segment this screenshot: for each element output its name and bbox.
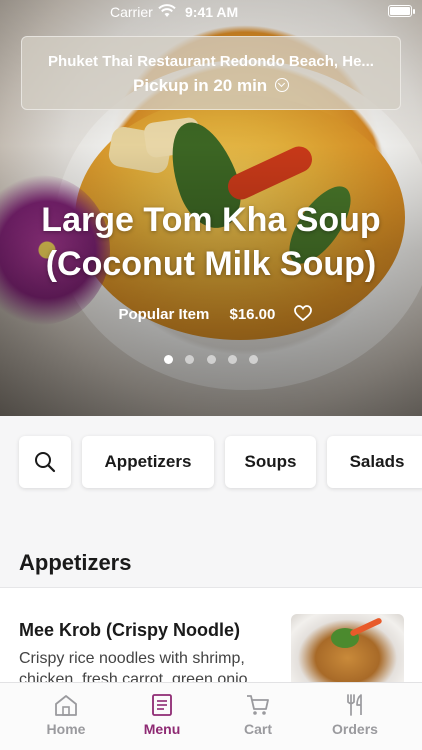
section-header: Appetizers bbox=[0, 540, 422, 588]
featured-price: $16.00 bbox=[229, 306, 276, 323]
tab-label: Orders bbox=[332, 721, 378, 737]
menu-icon bbox=[152, 694, 172, 716]
featured-title-line2: (Coconut Milk Soup) bbox=[45, 245, 377, 283]
home-icon bbox=[55, 695, 77, 716]
heart-icon[interactable] bbox=[293, 305, 312, 321]
wifi-icon bbox=[158, 4, 176, 17]
tab-cart[interactable]: Cart bbox=[218, 693, 298, 737]
pickup-time-row: Pickup in 20 min bbox=[22, 76, 400, 96]
hero-banner[interactable]: Carrier 9:41 AM Phuket Thai Restaurant R… bbox=[0, 0, 422, 416]
tab-orders[interactable]: Orders bbox=[315, 693, 395, 737]
chevron-down-icon bbox=[274, 78, 289, 92]
pickup-location-selector[interactable]: Phuket Thai Restaurant Redondo Beach, He… bbox=[21, 36, 401, 110]
category-bar: Appetizers Soups Salads bbox=[0, 416, 422, 512]
pickup-time-label: Pickup in 20 min bbox=[133, 76, 268, 95]
battery-icon bbox=[388, 5, 415, 17]
carousel-dot[interactable] bbox=[206, 355, 216, 364]
category-soups[interactable]: Soups bbox=[225, 436, 316, 488]
cart-icon bbox=[247, 695, 269, 715]
clock: 9:41 AM bbox=[185, 4, 239, 20]
tab-label: Menu bbox=[143, 721, 181, 737]
search-icon bbox=[35, 452, 56, 473]
tab-bar: Home Menu Cart Orders bbox=[0, 682, 422, 750]
featured-title-line1: Large Tom Kha Soup bbox=[41, 201, 381, 239]
featured-item-meta: Popular Item $16.00 bbox=[0, 305, 422, 323]
category-salads[interactable]: Salads bbox=[327, 436, 422, 488]
restaurant-name: Phuket Thai Restaurant Redondo Beach, He… bbox=[48, 53, 374, 70]
category-appetizers[interactable]: Appetizers bbox=[82, 436, 214, 488]
carousel-dot[interactable] bbox=[185, 355, 195, 364]
carousel-dot[interactable] bbox=[249, 355, 259, 364]
status-bar: Carrier 9:41 AM bbox=[0, 0, 422, 24]
menu-item[interactable]: Mee Krob (Crispy Noodle) Crispy rice noo… bbox=[0, 588, 422, 694]
tab-label: Home bbox=[46, 721, 86, 737]
search-button[interactable] bbox=[19, 436, 71, 488]
popular-badge: Popular Item bbox=[118, 306, 210, 323]
carousel-dot[interactable] bbox=[163, 355, 173, 364]
carousel-dot[interactable] bbox=[227, 355, 237, 364]
utensils-icon bbox=[347, 694, 362, 716]
carousel-indicator[interactable] bbox=[0, 351, 422, 369]
tab-home[interactable]: Home bbox=[26, 693, 106, 737]
section-title: Appetizers bbox=[19, 550, 132, 575]
menu-item-name: Mee Krob (Crispy Noodle) bbox=[19, 620, 241, 640]
featured-item-title: Large Tom Kha Soup (Coconut Milk Soup) bbox=[0, 198, 422, 286]
tab-menu[interactable]: Menu bbox=[122, 693, 202, 737]
carrier-label: Carrier bbox=[110, 4, 153, 20]
tab-label: Cart bbox=[243, 721, 272, 737]
